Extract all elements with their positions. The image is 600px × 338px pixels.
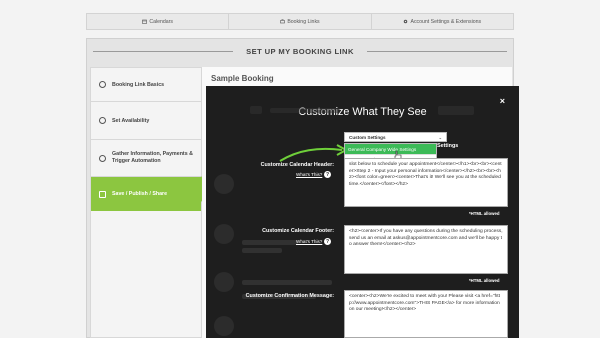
- sidebar-item-booking-link-basics[interactable]: Booking Link Basics: [91, 68, 201, 102]
- calendar-header-label: Customize Calendar Header:: [260, 162, 334, 168]
- ghost-shape: [438, 106, 474, 115]
- confirmation-message-label: Customize Confirmation Message:: [245, 293, 334, 299]
- ghost-shape: [250, 106, 262, 114]
- settings-select-value: Custom Settings: [349, 134, 386, 140]
- sidebar-item-label: Gather Information, Payments & Trigger A…: [112, 151, 193, 164]
- html-allowed-note: *HTML allowed: [469, 278, 500, 283]
- dropdown-option-general[interactable]: General Company Wide Settings: [345, 144, 436, 154]
- sidebar-item-label: Set Availability: [112, 117, 150, 124]
- confirmation-message-input[interactable]: <center><h2>We're excited to meet with y…: [344, 290, 508, 338]
- setup-steps-sidebar: Booking Link Basics Set Availability Gat…: [90, 67, 202, 338]
- title-rule-left: [93, 51, 233, 52]
- whats-this-link[interactable]: What's This?: [296, 239, 322, 244]
- settings-select[interactable]: Custom Settings ⌄: [344, 132, 447, 142]
- content-title: Sample Booking: [211, 74, 274, 83]
- clock-icon: [99, 81, 106, 88]
- top-nav: Calendars Booking Links Account Settings…: [86, 13, 514, 30]
- sidebar-item-save-publish-share[interactable]: Save / Publish / Share: [91, 177, 201, 211]
- calendar-footer-label: Customize Calendar Footer:: [262, 228, 334, 234]
- nav-calendars-label: Calendars: [149, 18, 173, 25]
- gear-icon: [404, 19, 408, 24]
- sidebar-item-label: Booking Link Basics: [112, 81, 165, 88]
- ghost-shape: [214, 272, 234, 292]
- page-title: SET UP MY BOOKING LINK: [240, 46, 360, 56]
- ghost-shape: [242, 248, 282, 253]
- nav-calendars[interactable]: Calendars: [87, 14, 230, 29]
- settings-heading: Settings: [437, 143, 459, 149]
- ghost-shape: [242, 280, 332, 285]
- annotation-arrow-icon: [279, 144, 349, 162]
- calendar-icon: [142, 19, 148, 24]
- availability-icon: [99, 117, 106, 124]
- nav-account-settings-label: Account Settings & Extensions: [410, 18, 482, 25]
- calendar-header-input[interactable]: slot below to schedule your appointment<…: [344, 158, 508, 207]
- panel-header: SET UP MY BOOKING LINK: [87, 43, 513, 59]
- close-icon[interactable]: ×: [500, 96, 505, 106]
- html-allowed-note: *HTML allowed: [469, 211, 500, 216]
- calendar-footer-input[interactable]: <h2><center>If you have any questions du…: [344, 225, 508, 274]
- help-icon[interactable]: ?: [324, 171, 331, 178]
- list-icon: [99, 190, 106, 198]
- help-icon[interactable]: ?: [324, 238, 331, 245]
- ghost-shape: [214, 224, 234, 244]
- ghost-shape: [242, 240, 298, 245]
- whats-this-link[interactable]: What's This?: [296, 172, 322, 177]
- nav-booking-links-label: Booking Links: [287, 18, 320, 25]
- ghost-shape: [270, 108, 340, 113]
- booking-link-icon: [280, 19, 286, 24]
- title-rule-right: [367, 51, 507, 52]
- sidebar-item-label: Save / Publish / Share: [112, 191, 168, 197]
- nav-booking-links[interactable]: Booking Links: [229, 14, 372, 29]
- ghost-shape: [214, 316, 234, 336]
- sidebar-item-set-availability[interactable]: Set Availability: [91, 102, 201, 140]
- gear-icon: [99, 154, 106, 162]
- nav-account-settings[interactable]: Account Settings & Extensions: [372, 14, 513, 29]
- chevron-down-icon: ⌄: [438, 135, 442, 140]
- sidebar-item-gather-information[interactable]: Gather Information, Payments & Trigger A…: [91, 140, 201, 177]
- ghost-shape: [214, 174, 234, 194]
